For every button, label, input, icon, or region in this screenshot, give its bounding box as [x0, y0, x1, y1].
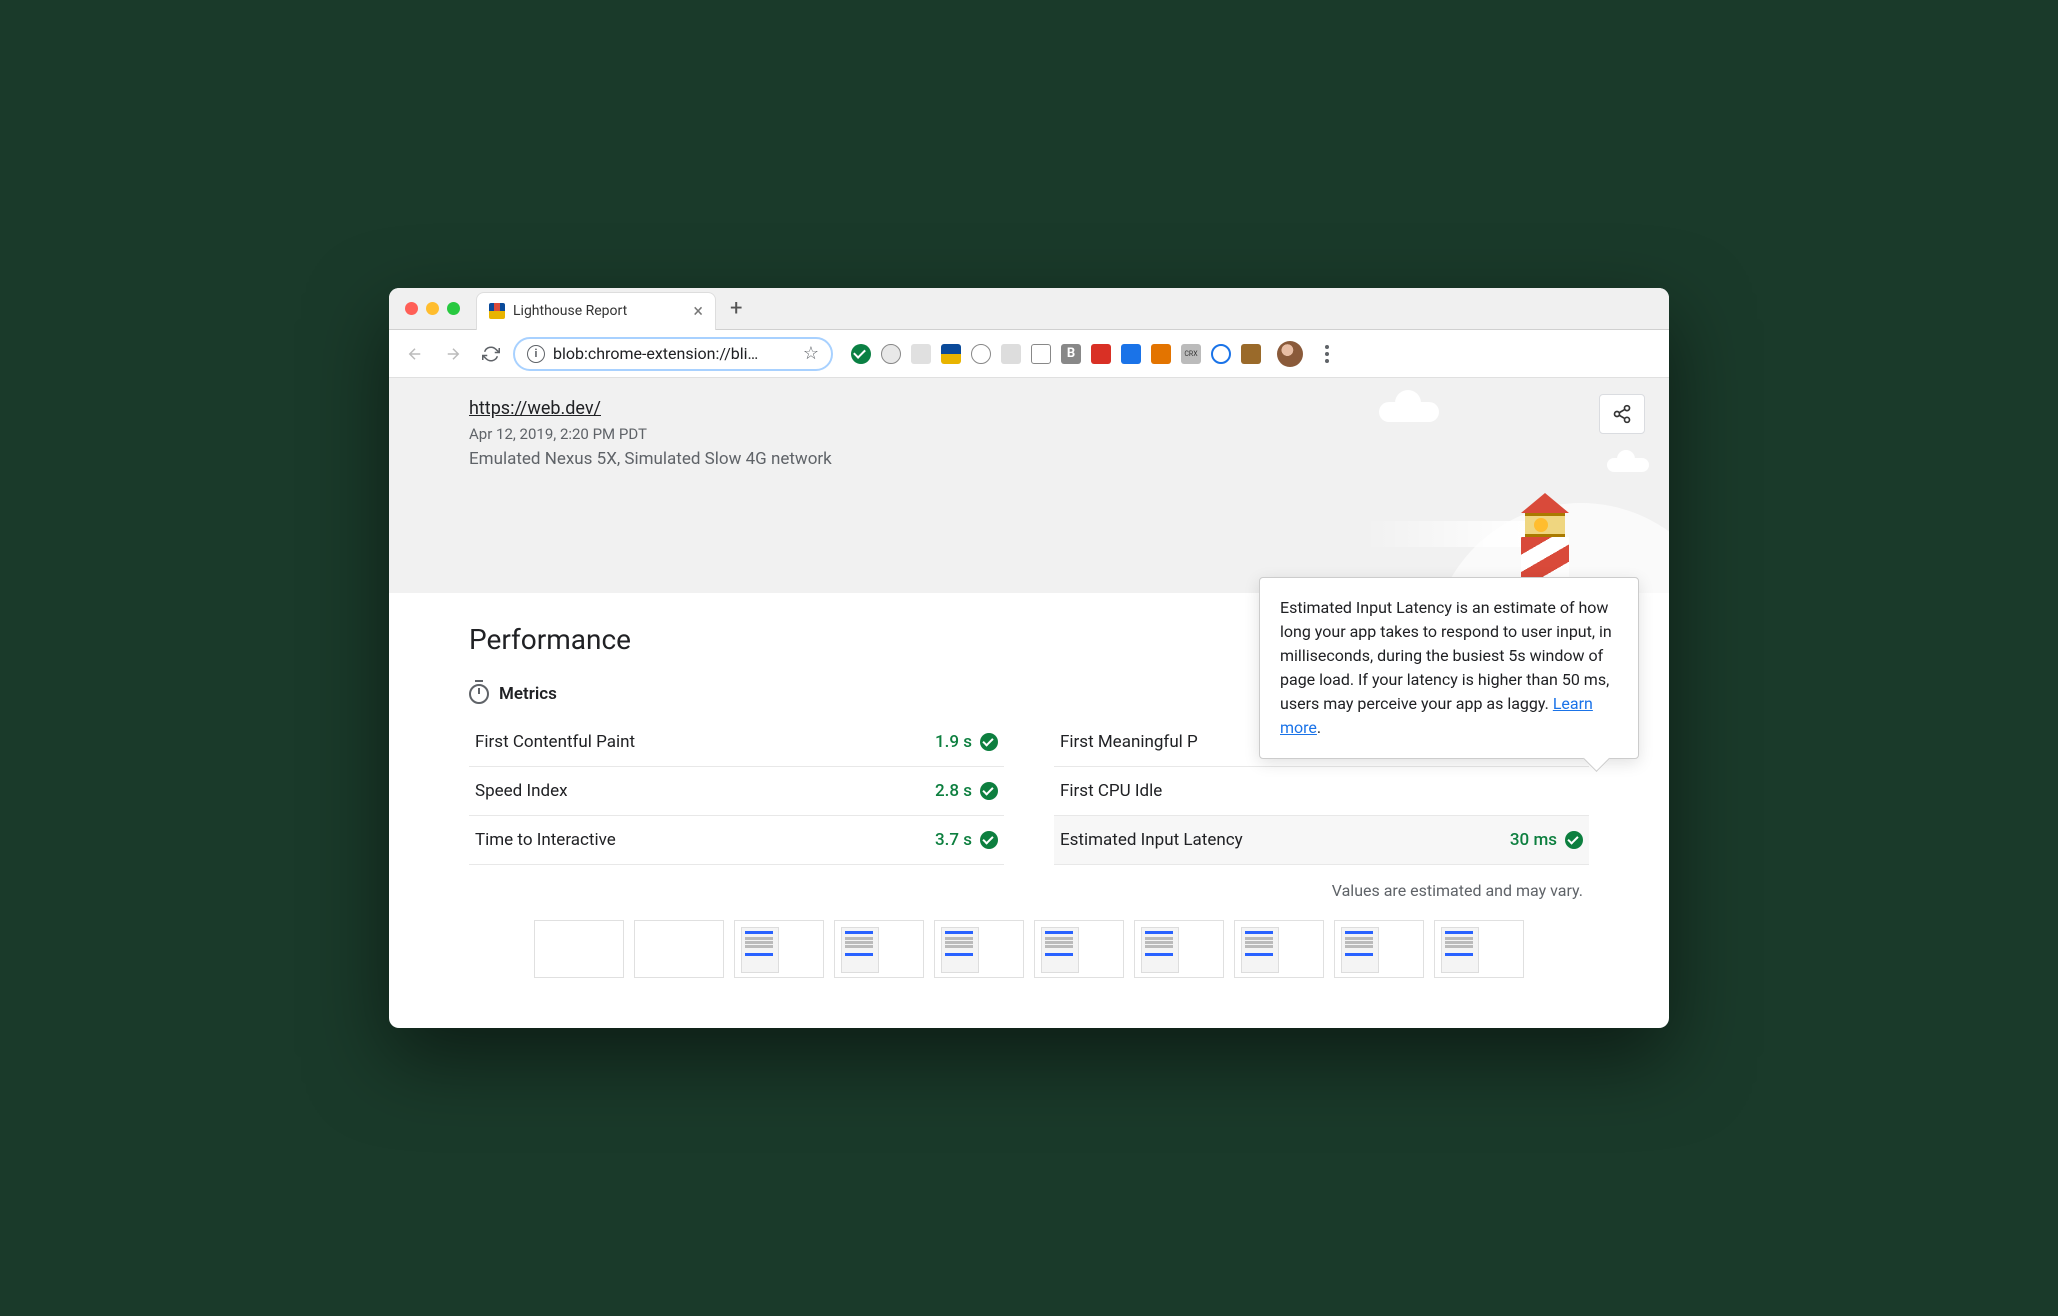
check-icon: [980, 733, 998, 751]
browser-toolbar: i blob:chrome-extension://bli… ☆ B CRX: [389, 330, 1669, 378]
close-tab-icon[interactable]: ×: [693, 301, 703, 322]
extension-icon[interactable]: B: [1061, 344, 1081, 364]
extension-icon[interactable]: [1151, 344, 1171, 364]
metric-tooltip: Estimated Input Latency is an estimate o…: [1259, 577, 1639, 759]
filmstrip-frame[interactable]: [934, 920, 1024, 978]
browser-tab[interactable]: Lighthouse Report ×: [476, 292, 716, 330]
report-header: https://web.dev/ Apr 12, 2019, 2:20 PM P…: [389, 378, 1669, 593]
report-url[interactable]: https://web.dev/: [469, 398, 601, 419]
report-environment: Emulated Nexus 5X, Simulated Slow 4G net…: [469, 449, 1589, 469]
cloud-decoration: [1379, 402, 1439, 422]
filmstrip-frame[interactable]: [1434, 920, 1524, 978]
metric-row[interactable]: First Contentful Paint 1.9 s: [469, 718, 1004, 767]
forward-button[interactable]: [437, 338, 469, 370]
extension-icon[interactable]: [971, 344, 991, 364]
new-tab-button[interactable]: +: [716, 296, 756, 321]
filmstrip-frame[interactable]: [1134, 920, 1224, 978]
extension-icon[interactable]: [1091, 344, 1111, 364]
browser-window: Lighthouse Report × + i blob:chrome-exte…: [389, 288, 1669, 1028]
metric-row[interactable]: First CPU Idle: [1054, 767, 1589, 816]
metric-value: 1.9 s: [935, 732, 998, 752]
minimize-window[interactable]: [426, 302, 439, 315]
maximize-window[interactable]: [447, 302, 460, 315]
metric-name: First Contentful Paint: [475, 732, 935, 752]
metrics-footnote: Values are estimated and may vary.: [475, 881, 1583, 900]
metric-row-highlighted[interactable]: Estimated Input Latency 30 ms: [1054, 816, 1589, 865]
extension-icon[interactable]: [881, 344, 901, 364]
extension-icon[interactable]: [1121, 344, 1141, 364]
filmstrip-frame[interactable]: [534, 920, 624, 978]
check-icon: [1565, 831, 1583, 849]
extension-icons: B CRX: [851, 344, 1261, 364]
reload-button[interactable]: [475, 338, 507, 370]
bookmark-star-icon[interactable]: ☆: [803, 343, 819, 364]
extension-icon[interactable]: [851, 344, 871, 364]
filmstrip-frame[interactable]: [1334, 920, 1424, 978]
lighthouse-favicon: [489, 303, 505, 319]
back-button[interactable]: [399, 338, 431, 370]
check-icon: [980, 782, 998, 800]
metric-value: 2.8 s: [935, 781, 998, 801]
address-bar[interactable]: i blob:chrome-extension://bli… ☆: [513, 337, 833, 371]
extension-icon[interactable]: CRX: [1181, 344, 1201, 364]
metric-row[interactable]: Time to Interactive 3.7 s: [469, 816, 1004, 865]
stopwatch-icon: [469, 684, 489, 704]
lighthouse-extension-icon[interactable]: [941, 344, 961, 364]
tab-title: Lighthouse Report: [513, 303, 685, 319]
filmstrip-frame[interactable]: [1034, 920, 1124, 978]
cloud-decoration: [1607, 458, 1649, 472]
metric-name: Speed Index: [475, 781, 935, 801]
browser-menu-button[interactable]: [1315, 345, 1339, 363]
check-icon: [980, 831, 998, 849]
close-window[interactable]: [405, 302, 418, 315]
metric-name: Time to Interactive: [475, 830, 935, 850]
filmstrip-frame[interactable]: [634, 920, 724, 978]
titlebar: Lighthouse Report × +: [389, 288, 1669, 330]
report-content: Estimated Input Latency is an estimate o…: [389, 593, 1669, 1028]
extension-icon[interactable]: [1211, 344, 1231, 364]
filmstrip-frame[interactable]: [734, 920, 824, 978]
share-button[interactable]: [1599, 394, 1645, 434]
window-controls: [389, 302, 476, 315]
profile-avatar[interactable]: [1277, 341, 1303, 367]
metrics-label: Metrics: [499, 684, 557, 704]
extension-icon[interactable]: [1031, 344, 1051, 364]
extension-icon[interactable]: [1241, 344, 1261, 364]
filmstrip-frame[interactable]: [1234, 920, 1324, 978]
metric-value: 3.7 s: [935, 830, 998, 850]
metric-name: Estimated Input Latency: [1060, 830, 1510, 850]
metric-value: 30 ms: [1510, 830, 1583, 850]
filmstrip: [469, 920, 1589, 998]
extension-icon[interactable]: [1001, 344, 1021, 364]
url-text: blob:chrome-extension://bli…: [553, 344, 795, 363]
metric-row[interactable]: Speed Index 2.8 s: [469, 767, 1004, 816]
metric-name: First CPU Idle: [1060, 781, 1583, 801]
report-timestamp: Apr 12, 2019, 2:20 PM PDT: [469, 425, 1589, 443]
filmstrip-frame[interactable]: [834, 920, 924, 978]
metrics-column-left: First Contentful Paint 1.9 s Speed Index…: [469, 718, 1004, 865]
site-info-icon[interactable]: i: [527, 345, 545, 363]
extension-icon[interactable]: [911, 344, 931, 364]
